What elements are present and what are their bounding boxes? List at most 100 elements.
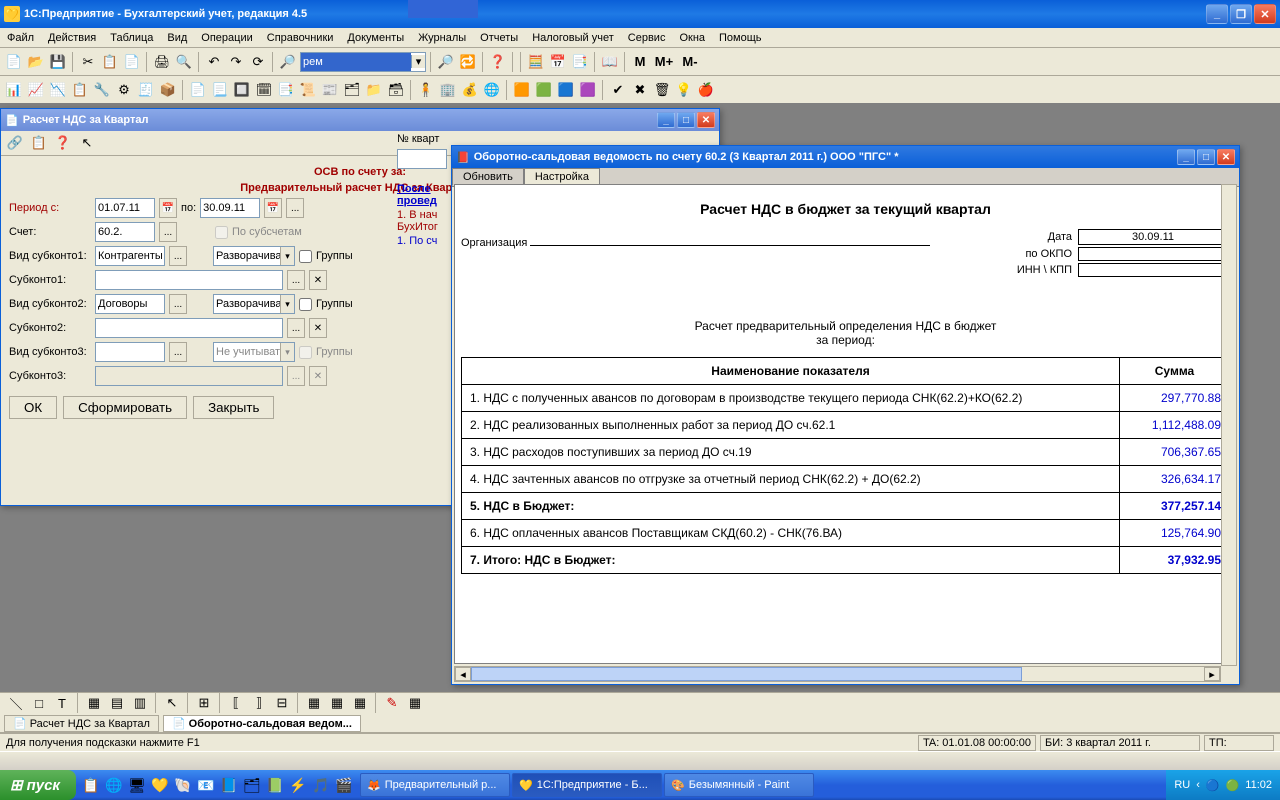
nquarter-input[interactable] (397, 149, 447, 169)
search-combo[interactable]: ▾ (300, 52, 426, 72)
preview-icon[interactable]: 🔍 (174, 52, 194, 72)
find-icon[interactable]: 🔎 (278, 52, 298, 72)
refresh-icon[interactable]: ⟳ (248, 52, 268, 72)
ql-icon[interactable]: 📋 (80, 773, 102, 797)
child-minimize-button[interactable]: _ (657, 112, 675, 128)
tb2-icon[interactable]: ✔ (608, 80, 628, 100)
tb2-icon[interactable]: 📉 (48, 80, 68, 100)
calendar-icon[interactable]: 📅 (548, 52, 568, 72)
minimize-button[interactable]: _ (1206, 4, 1228, 24)
tb2-icon[interactable]: 📑 (276, 80, 296, 100)
menu-Налоговый учет[interactable]: Налоговый учет (525, 30, 621, 46)
search-input[interactable] (301, 53, 411, 71)
tb2-icon[interactable]: 🟪 (578, 80, 598, 100)
clock[interactable]: 11:02 (1245, 779, 1272, 791)
tb-icon[interactable]: ⊟ (272, 693, 292, 713)
menu-Действия[interactable]: Действия (41, 30, 103, 46)
tb2-icon[interactable]: 📁 (364, 80, 384, 100)
doc-tab[interactable]: 📄Расчет НДС за Квартал (4, 715, 159, 732)
menu-Помощь[interactable]: Помощь (712, 30, 769, 46)
clear-button[interactable]: ✕ (309, 318, 327, 338)
tb2-icon[interactable]: 🧍 (416, 80, 436, 100)
replace-icon[interactable]: 🔁 (458, 52, 478, 72)
tb-icon[interactable]: ▥ (130, 693, 150, 713)
menu-Сервис[interactable]: Сервис (621, 30, 673, 46)
search-dropdown-icon[interactable]: ▾ (411, 55, 425, 68)
restore-button[interactable]: ❐ (1230, 4, 1252, 24)
new-doc-icon[interactable]: 📄 (4, 52, 24, 72)
tb2-icon[interactable]: 🟩 (534, 80, 554, 100)
tray-icon[interactable]: ‹ (1196, 779, 1200, 791)
tb2-icon[interactable]: 💡 (674, 80, 694, 100)
save-icon[interactable]: 💾 (48, 52, 68, 72)
vs2-input[interactable]: Договоры (95, 294, 165, 314)
cut-icon[interactable]: ✂ (78, 52, 98, 72)
tool-icon[interactable]: 🔗 (5, 133, 25, 153)
tb2-icon[interactable]: 🗓 (254, 80, 274, 100)
tb-icon[interactable]: ⟧ (249, 693, 269, 713)
tb-icon[interactable]: ▦ (327, 693, 347, 713)
tb2-icon[interactable]: 🗑 (652, 80, 672, 100)
date-to-input[interactable]: 30.09.11 (200, 198, 260, 218)
ql-icon[interactable]: 🖥 (126, 773, 148, 797)
tb2-icon[interactable]: ✖ (630, 80, 650, 100)
m-button[interactable]: M (630, 52, 650, 72)
sk2-input[interactable] (95, 318, 283, 338)
account-input[interactable]: 60.2. (95, 222, 155, 242)
tb2-icon[interactable]: 💰 (460, 80, 480, 100)
child-minimize-button[interactable]: _ (1177, 149, 1195, 165)
tb2-icon[interactable]: 📈 (26, 80, 46, 100)
tb2-icon[interactable]: 📋 (70, 80, 90, 100)
ql-icon[interactable]: 🗂 (241, 773, 263, 797)
menu-Операции[interactable]: Операции (194, 30, 259, 46)
ql-icon[interactable]: 📗 (264, 773, 286, 797)
book-icon[interactable]: 📖 (600, 52, 620, 72)
ql-icon[interactable]: 🎬 (333, 773, 355, 797)
cursor-icon[interactable]: ↖ (77, 133, 97, 153)
ql-icon[interactable]: 🐚 (172, 773, 194, 797)
docs-icon[interactable]: 📑 (570, 52, 590, 72)
task-button[interactable]: 🎨Безымянный - Paint (664, 773, 814, 797)
menu-Таблица[interactable]: Таблица (103, 30, 160, 46)
ql-icon[interactable]: 🎵 (310, 773, 332, 797)
tb2-icon[interactable]: 🟦 (556, 80, 576, 100)
tb-icon[interactable]: ⊞ (194, 693, 214, 713)
print-icon[interactable]: 🖨 (152, 52, 172, 72)
ql-icon[interactable]: 📘 (218, 773, 240, 797)
help-icon[interactable]: ❓ (488, 52, 508, 72)
close-button[interactable]: Закрыть (193, 396, 274, 419)
open-icon[interactable]: 📂 (26, 52, 46, 72)
tb2-icon[interactable]: 🍎 (696, 80, 716, 100)
copy-icon[interactable]: 📋 (100, 52, 120, 72)
tb-icon[interactable]: ＼ (6, 693, 26, 713)
m-minus-button[interactable]: M- (678, 52, 702, 72)
tb2-icon[interactable]: 📰 (320, 80, 340, 100)
calendar-icon[interactable]: 📅 (264, 198, 282, 218)
ql-icon[interactable]: 💛 (149, 773, 171, 797)
redo-icon[interactable]: ↷ (226, 52, 246, 72)
generate-button[interactable]: Сформировать (63, 396, 187, 419)
menu-Документы[interactable]: Документы (340, 30, 411, 46)
report-canvas[interactable]: Расчет НДС в бюджет за текущий квартал Д… (454, 184, 1237, 664)
tb-icon[interactable]: ✎ (382, 693, 402, 713)
tb2-icon[interactable]: 🏢 (438, 80, 458, 100)
tb2-icon[interactable]: 🟧 (512, 80, 532, 100)
lookup-button[interactable]: ... (287, 318, 305, 338)
lookup-button[interactable]: ... (169, 246, 187, 266)
tray-icon[interactable]: 🔵 (1206, 779, 1220, 792)
task-button[interactable]: 🦊Предварительный р... (360, 773, 510, 797)
tb-icon[interactable]: ⟦ (226, 693, 246, 713)
tool-icon[interactable]: ❓ (53, 133, 73, 153)
lookup-button[interactable]: ... (169, 294, 187, 314)
menu-Файл[interactable]: Файл (0, 30, 41, 46)
tb2-icon[interactable]: 🗂 (342, 80, 362, 100)
paste-icon[interactable]: 📄 (122, 52, 142, 72)
clear-button[interactable]: ✕ (309, 270, 327, 290)
ql-icon[interactable]: 📧 (195, 773, 217, 797)
ql-icon[interactable]: 🌐 (103, 773, 125, 797)
menu-Справочники[interactable]: Справочники (260, 30, 341, 46)
date-from-input[interactable]: 01.07.11 (95, 198, 155, 218)
lang-indicator[interactable]: RU (1174, 779, 1190, 791)
ql-icon[interactable]: ⚡ (287, 773, 309, 797)
tool-icon[interactable]: 📋 (29, 133, 49, 153)
